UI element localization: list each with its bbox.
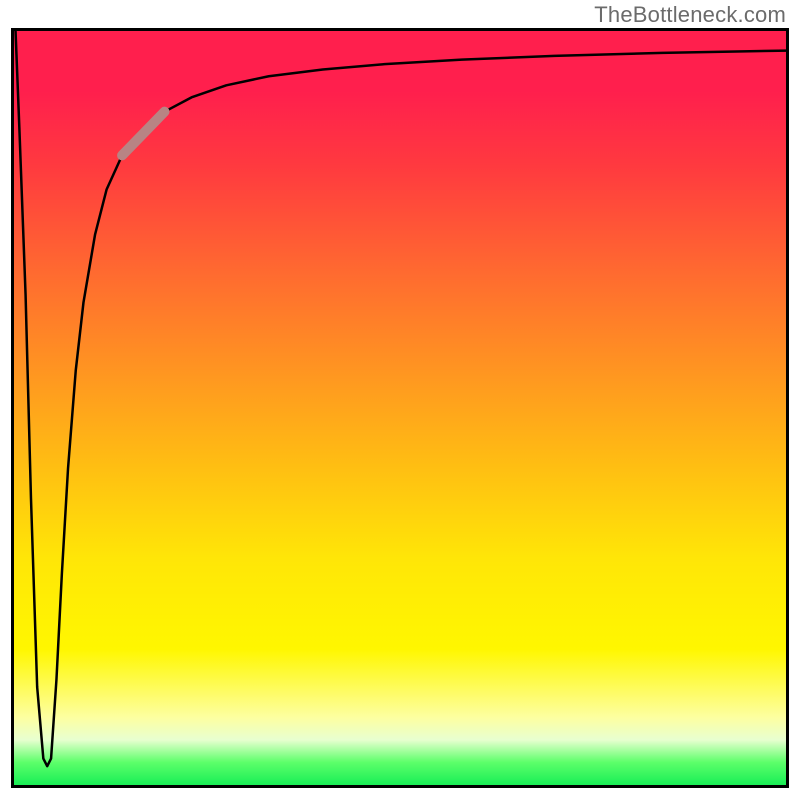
- chart-plot-area: [11, 28, 789, 788]
- attribution-text: TheBottleneck.com: [594, 2, 786, 28]
- chart-curve-svg: [14, 31, 786, 785]
- curve-highlight-segment: [122, 112, 164, 156]
